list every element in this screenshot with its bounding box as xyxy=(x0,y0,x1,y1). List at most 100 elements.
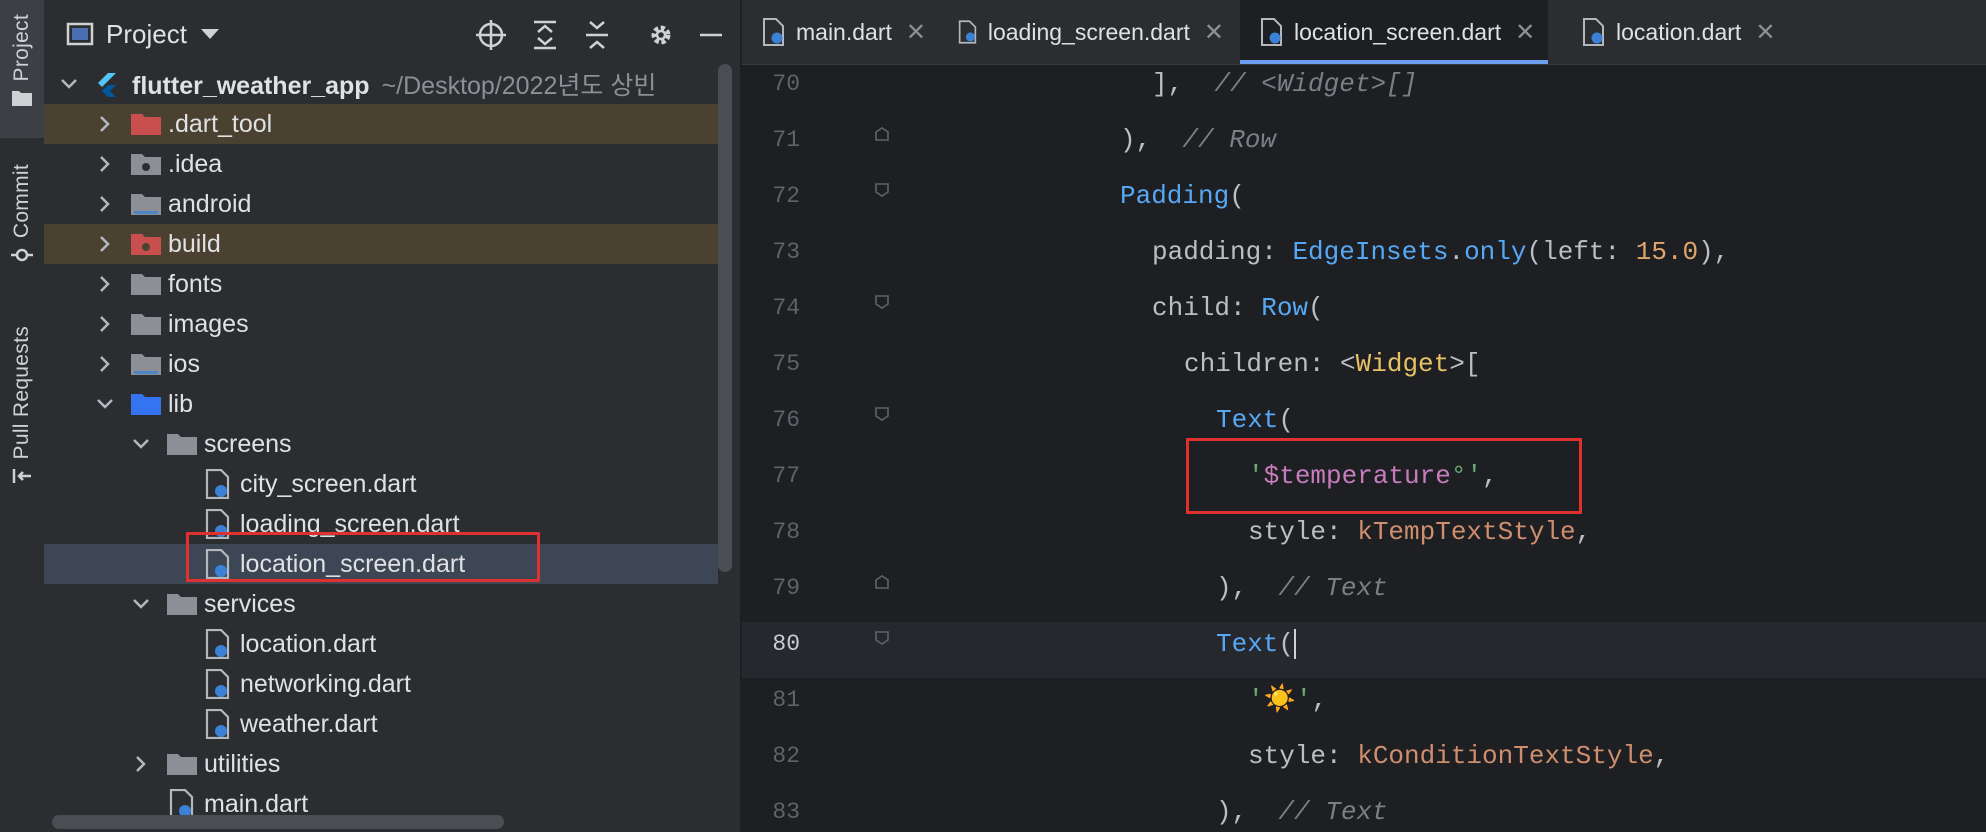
close-icon[interactable]: ✕ xyxy=(1755,18,1775,47)
fold-end-icon[interactable] xyxy=(874,126,890,142)
fold-start-icon[interactable] xyxy=(874,406,890,422)
tab-location-screen-dart[interactable]: location_screen.dart ✕ xyxy=(1240,0,1548,64)
code-line-74: child: Row( xyxy=(1152,293,1324,323)
line-number: 83 xyxy=(772,799,800,825)
chevron-down-icon[interactable] xyxy=(56,71,82,97)
chevron-right-icon[interactable] xyxy=(92,351,118,377)
chevron-down-icon[interactable] xyxy=(128,431,154,457)
tree-item-label: networking.dart xyxy=(240,669,411,698)
close-icon[interactable]: ✕ xyxy=(1515,18,1535,47)
config-folder-icon xyxy=(131,154,161,175)
folder-icon xyxy=(167,594,197,615)
fold-start-icon[interactable] xyxy=(874,294,890,310)
chevron-right-icon[interactable] xyxy=(92,311,118,337)
chevron-right-icon[interactable] xyxy=(92,111,118,137)
commit-tool-tab[interactable]: Commit xyxy=(0,164,44,284)
line-number: 78 xyxy=(772,519,800,545)
tree-item-label: ios xyxy=(168,349,200,378)
line-number: 80 xyxy=(772,631,800,657)
dart-file-icon xyxy=(205,709,230,739)
commit-tool-label: Commit xyxy=(10,164,33,239)
tree-item-utilities[interactable]: utilities xyxy=(44,744,718,784)
expand-all-icon[interactable] xyxy=(528,18,562,52)
code-editor: main.dart ✕ loading_screen.dart ✕ locati… xyxy=(742,0,1986,832)
tree-item-label: city_screen.dart xyxy=(240,469,417,498)
folder-icon xyxy=(167,754,197,775)
close-icon[interactable]: ✕ xyxy=(1204,18,1224,47)
tree-item-label: location.dart xyxy=(240,629,377,658)
code-area[interactable]: 70 71 72 73 74 75 76 77 78 79 80 81 82 8… xyxy=(742,64,1986,832)
gear-icon[interactable] xyxy=(644,18,678,52)
module-folder-icon xyxy=(131,354,161,375)
tree-item-android[interactable]: android xyxy=(44,184,718,224)
tree-item-city-screen[interactable]: city_screen.dart xyxy=(44,464,718,504)
tree-item-label: .idea xyxy=(168,149,223,178)
tree-item-networking[interactable]: networking.dart xyxy=(44,664,718,704)
hide-panel-icon[interactable] xyxy=(694,18,728,52)
current-line-highlight xyxy=(742,622,1986,678)
chevron-right-icon[interactable] xyxy=(128,751,154,777)
project-tool-label: Project xyxy=(10,14,33,82)
folder-icon xyxy=(167,434,197,455)
chevron-down-icon[interactable] xyxy=(128,591,154,617)
tree-item-weather[interactable]: weather.dart xyxy=(44,704,718,744)
fold-start-icon[interactable] xyxy=(874,630,890,646)
folder-icon xyxy=(131,314,161,335)
chevron-down-icon[interactable] xyxy=(200,29,219,39)
folder-icon xyxy=(12,91,32,107)
pull-requests-tool-tab[interactable]: Pull Requests xyxy=(0,326,44,506)
tree-item-screens[interactable]: screens xyxy=(44,424,718,464)
project-view-selector[interactable]: Project xyxy=(106,19,187,50)
code-line-82: style: kConditionTextStyle, xyxy=(1248,741,1670,771)
chevron-right-icon[interactable] xyxy=(92,231,118,257)
pull-requests-tool-label: Pull Requests xyxy=(10,326,33,460)
tree-item-images[interactable]: images xyxy=(44,304,718,344)
tree-item-label: images xyxy=(168,309,249,338)
editor-tab-bar: main.dart ✕ loading_screen.dart ✕ locati… xyxy=(742,0,1986,65)
code-line-75: children: <Widget>[ xyxy=(1184,349,1481,379)
project-tool-tab[interactable]: Project xyxy=(0,0,44,138)
tree-item-location[interactable]: location.dart xyxy=(44,624,718,664)
dart-file-icon xyxy=(1583,18,1604,46)
folder-icon xyxy=(131,274,161,295)
line-number: 77 xyxy=(772,463,800,489)
tree-item-label: services xyxy=(204,589,296,618)
close-icon[interactable]: ✕ xyxy=(906,18,926,47)
pull-request-icon xyxy=(12,469,31,484)
tree-item-idea[interactable]: .idea xyxy=(44,144,718,184)
tab-loading-screen-dart[interactable]: loading_screen.dart ✕ xyxy=(938,0,1224,64)
collapse-all-icon[interactable] xyxy=(580,18,614,52)
line-number: 71 xyxy=(772,127,800,153)
tree-item-ios[interactable]: ios xyxy=(44,344,718,384)
dart-file-icon xyxy=(205,669,230,699)
text-caret xyxy=(1294,629,1297,660)
tree-item-lib[interactable]: lib xyxy=(44,384,718,424)
code-line-71: ), // Row xyxy=(1120,125,1277,155)
dart-file-icon xyxy=(205,469,230,499)
tree-item-label: utilities xyxy=(204,749,281,778)
project-name: flutter_weather_app xyxy=(132,72,370,100)
fold-end-icon[interactable] xyxy=(874,574,890,590)
line-number: 70 xyxy=(772,71,800,97)
horizontal-scrollbar[interactable] xyxy=(52,815,504,829)
code-line-80: Text( xyxy=(1216,629,1297,660)
fold-start-icon[interactable] xyxy=(874,182,890,198)
line-number: 76 xyxy=(772,407,800,433)
code-line-76: Text( xyxy=(1216,405,1295,435)
code-line-70: ], // <Widget>[] xyxy=(1152,69,1418,99)
tab-main-dart[interactable]: main.dart ✕ xyxy=(742,0,932,64)
chevron-down-icon[interactable] xyxy=(92,391,118,417)
tab-location-dart[interactable]: location.dart ✕ xyxy=(1562,0,1782,64)
chevron-right-icon[interactable] xyxy=(92,271,118,297)
tree-item-services[interactable]: services xyxy=(44,584,718,624)
tree-item-build[interactable]: build xyxy=(44,224,718,264)
tool-window-strip: Project Commit Pull Requests xyxy=(0,0,45,832)
tree-item-fonts[interactable]: fonts xyxy=(44,264,718,304)
chevron-right-icon[interactable] xyxy=(92,191,118,217)
vertical-scrollbar[interactable] xyxy=(718,64,732,572)
tree-root-row[interactable]: flutter_weather_app ~/Desktop/2022년도 상빈 xyxy=(44,64,718,104)
chevron-right-icon[interactable] xyxy=(92,151,118,177)
tab-label: loading_screen.dart xyxy=(987,18,1190,45)
tree-item-dart-tool[interactable]: .dart_tool xyxy=(44,104,718,144)
locate-file-icon[interactable] xyxy=(474,18,508,52)
